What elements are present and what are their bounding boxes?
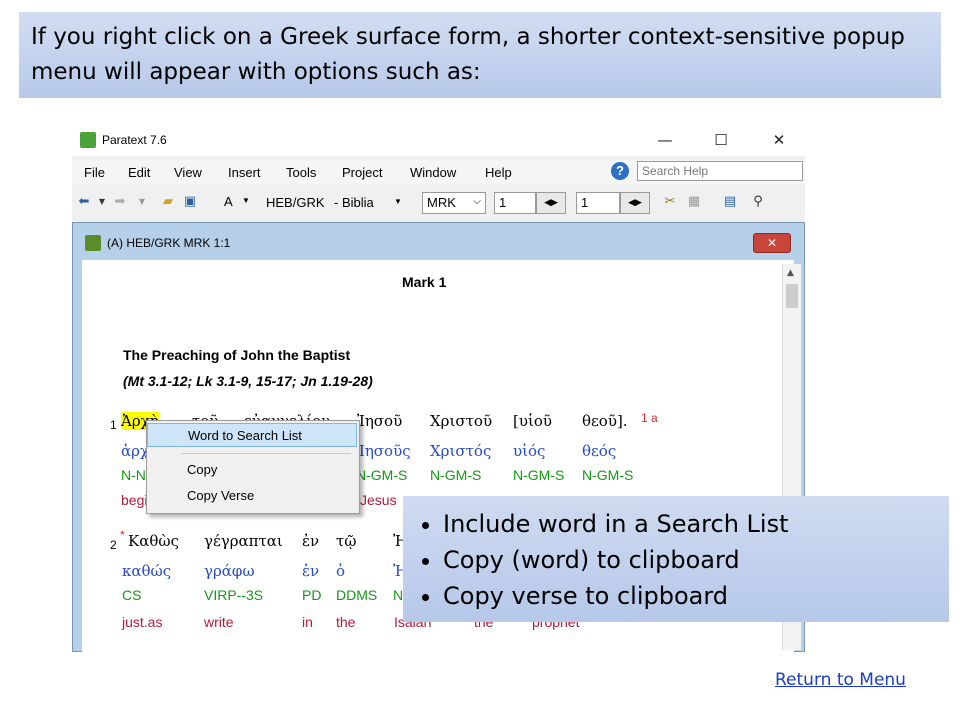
chapter-input[interactable]: 1 — [494, 192, 536, 214]
chevron-down-icon[interactable]: ▼ — [94, 194, 110, 210]
morphology: N-GM-S — [513, 467, 565, 483]
lemma: γράφω — [204, 562, 255, 580]
gloss: in — [302, 614, 313, 630]
menu-insert[interactable]: Insert — [228, 165, 261, 180]
footnote-marker[interactable]: * — [120, 528, 125, 542]
gloss: Jesus — [360, 492, 397, 508]
morphology: N-GM-S — [582, 467, 634, 483]
morphology: N-GM-S — [356, 467, 408, 483]
options-list: Include word in a Search List Copy (word… — [417, 506, 935, 614]
greek-word[interactable]: [υἱοῦ — [513, 412, 552, 430]
app-title: Paratext 7.6 — [102, 133, 167, 147]
title-bar: Paratext 7.6 — ☐ ✕ — [72, 124, 805, 156]
font-button[interactable]: A — [224, 194, 233, 209]
lemma: Ἰησοῦς — [357, 442, 411, 460]
lemma: θεός — [582, 442, 617, 460]
close-button[interactable]: ✕ — [766, 129, 792, 151]
menu-item-copy-verse[interactable]: Copy Verse — [147, 484, 357, 508]
open-folder-icon[interactable]: ▰ — [160, 194, 176, 210]
chevron-down-icon[interactable]: ▼ — [134, 194, 150, 210]
menu-help[interactable]: Help — [485, 165, 512, 180]
pane-title: (A) HEB/GRK MRK 1:1 — [107, 236, 231, 250]
grid-icon[interactable]: ▦ — [686, 194, 702, 210]
greek-word[interactable]: τῷ — [336, 532, 357, 550]
project-selector[interactable]: HEB/GRK — [266, 195, 325, 210]
gloss: write — [204, 614, 234, 630]
minimize-button[interactable]: — — [652, 129, 678, 151]
clipboard-icon[interactable]: ▤ — [722, 194, 738, 210]
book-dropdown[interactable]: MRK ⌵ — [422, 192, 486, 214]
banner-text: If you right click on a Greek surface fo… — [31, 24, 905, 85]
menu-separator — [181, 453, 351, 454]
lemma: ἐν — [302, 562, 320, 580]
greek-word[interactable]: Χριστοῦ — [430, 412, 492, 430]
context-menu: Word to Search List Copy Copy Verse — [146, 420, 360, 514]
pane-close-button[interactable]: ✕ — [753, 233, 791, 253]
footnote-marker[interactable]: 1 a — [641, 411, 658, 425]
menu-view[interactable]: View — [174, 165, 202, 180]
greek-word[interactable]: Καθὼς — [128, 532, 179, 550]
greek-word[interactable]: Ἰησοῦ — [357, 412, 402, 430]
options-callout: Include word in a Search List Copy (word… — [403, 496, 949, 622]
parallel-references: (Mt 3.1-12; Lk 3.1-9, 15-17; Jn 1.19-28) — [123, 373, 373, 389]
gloss: the — [336, 614, 356, 630]
greek-word[interactable]: ἐν — [302, 532, 319, 550]
menu-item-copy[interactable]: Copy — [147, 458, 357, 482]
lemma: καθώς — [122, 562, 172, 580]
lemma: υἱός — [513, 442, 546, 460]
chevron-down-icon: ⌵ — [473, 196, 481, 207]
scroll-up-icon[interactable]: ▲ — [787, 268, 794, 278]
binoculars-icon[interactable]: ⚲ — [750, 194, 766, 210]
verse-input[interactable]: 1 — [576, 192, 620, 214]
back-arrow-icon[interactable]: ⬅ — [76, 194, 92, 210]
toolbar: ⬅ ▼ ➡ ▼ ▰ ▣ A ▼ HEB/GRK - Biblia ▼ MRK ⌵… — [72, 186, 805, 220]
option-item: Copy verse to clipboard — [443, 578, 935, 614]
menu-tools[interactable]: Tools — [286, 165, 316, 180]
menu-file[interactable]: File — [84, 165, 105, 180]
morphology: CS — [122, 587, 142, 603]
greek-word[interactable]: θεοῦ]. — [582, 412, 628, 430]
help-icon[interactable]: ? — [611, 162, 629, 180]
save-icon[interactable]: ▣ — [182, 194, 198, 210]
menu-project[interactable]: Project — [342, 165, 382, 180]
chapter-title: Mark 1 — [402, 274, 447, 290]
menu-edit[interactable]: Edit — [128, 165, 150, 180]
forward-arrow-icon[interactable]: ➡ — [112, 194, 128, 210]
scroll-thumb[interactable] — [786, 284, 798, 308]
return-to-menu-link[interactable]: Return to Menu — [775, 670, 906, 690]
chevron-down-icon[interactable]: ▼ — [242, 196, 250, 205]
greek-word[interactable]: γέγραπται — [204, 532, 283, 550]
morphology: DDMS — [336, 587, 378, 603]
morphology: PD — [302, 587, 322, 603]
book-value: MRK — [427, 195, 456, 210]
chevron-down-icon[interactable]: ▼ — [394, 197, 402, 206]
chapter-stepper[interactable]: ◀▶ — [536, 192, 566, 214]
lemma: Χριστός — [430, 442, 492, 460]
verse-number: 1 — [110, 418, 117, 432]
gloss: just.as — [122, 614, 163, 630]
section-heading: The Preaching of John the Baptist — [123, 347, 351, 363]
lemma: ὁ — [336, 562, 346, 580]
verse-number: 2 — [110, 538, 117, 552]
menu-item-word-to-search-list[interactable]: Word to Search List — [147, 423, 357, 447]
maximize-button[interactable]: ☐ — [708, 129, 734, 151]
project-icon — [85, 235, 101, 251]
instruction-banner: If you right click on a Greek surface fo… — [19, 12, 941, 98]
version-selector[interactable]: - Biblia — [334, 195, 374, 210]
morphology: N-GM-S — [430, 467, 482, 483]
option-item: Copy (word) to clipboard — [443, 542, 935, 578]
search-help-input[interactable]: Search Help — [637, 161, 803, 181]
link-icon[interactable]: ✂ — [662, 194, 678, 210]
option-item: Include word in a Search List — [443, 506, 935, 542]
morphology: VIRP--3S — [204, 587, 264, 603]
verse-stepper[interactable]: ◀▶ — [620, 192, 650, 214]
menu-window[interactable]: Window — [410, 165, 456, 180]
paratext-app-icon — [80, 132, 96, 148]
